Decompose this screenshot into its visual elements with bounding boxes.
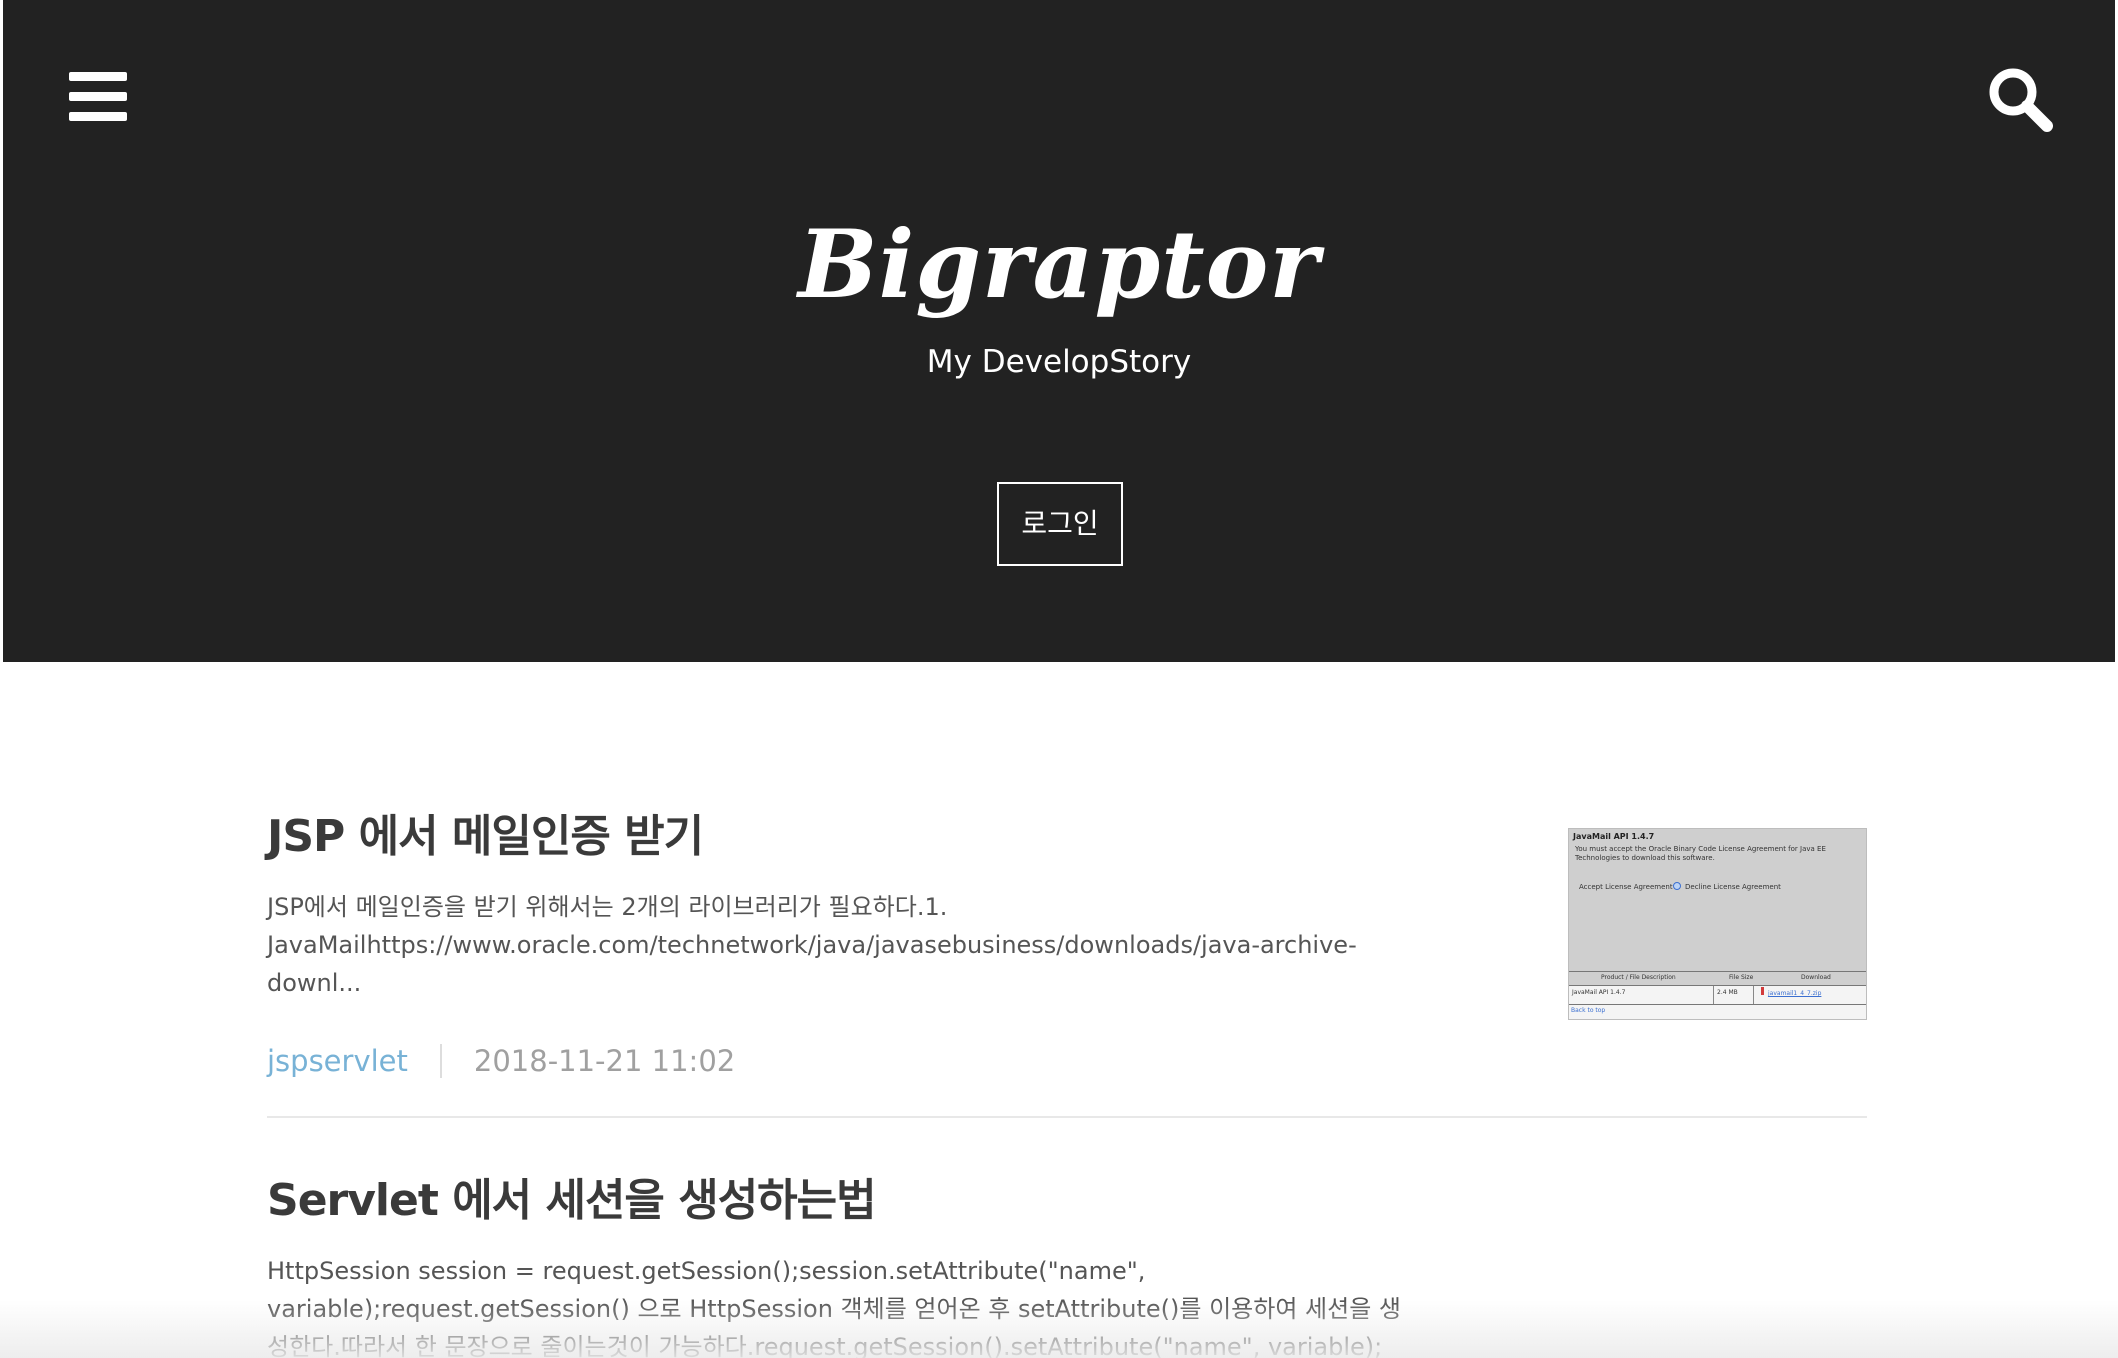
post-excerpt: JSP에서 메일인증을 받기 위해서는 2개의 라이브러리가 필요하다.1. J… [267, 893, 1357, 997]
blog-header: Bigraptor My DevelopStory 로그인 [3, 0, 2115, 662]
thumbnail-col-size: File Size [1729, 974, 1754, 981]
thumbnail-accept-label: Accept License Agreement [1579, 883, 1673, 891]
thumbnail-heading: JavaMail API 1.4.7 [1573, 832, 1655, 841]
thumbnail-row-product: JavaMail API 1.4.7 [1572, 989, 1626, 996]
post-title[interactable]: Servlet 에서 세션을 생성하는법 [267, 1170, 1867, 1232]
thumbnail-row-size: 2.4 MB [1717, 989, 1738, 996]
login-button[interactable]: 로그인 [997, 482, 1123, 566]
menu-bar [69, 72, 127, 81]
search-icon[interactable] [1985, 64, 2055, 134]
post-category-link[interactable]: jspservlet [267, 1041, 408, 1081]
blog-page: Bigraptor My DevelopStory 로그인 JSP 에서 메일인… [0, 0, 2118, 1358]
thumbnail-col-product: Product / File Description [1601, 974, 1676, 981]
thumbnail-notice: You must accept the Oracle Binary Code L… [1575, 845, 1826, 862]
thumbnail-table-rule [1569, 971, 1866, 972]
hamburger-menu-icon[interactable] [69, 70, 127, 122]
post-date: 2018-11-21 11:02 [473, 1044, 736, 1078]
download-arrow-icon [1761, 987, 1764, 995]
blog-title[interactable]: Bigraptor [3, 205, 2115, 325]
post-meta: jspservlet 2018-11-21 11:02 [267, 1041, 735, 1081]
thumbnail-row-file: javamail1_4_7.zip [1768, 990, 1822, 997]
thumbnail-decline-label: Decline License Agreement [1685, 883, 1781, 891]
menu-bar [69, 92, 127, 101]
post-item[interactable]: JSP 에서 메일인증 받기 JSP에서 메일인증을 받기 위해서는 2개의 라… [267, 806, 1867, 1118]
meta-divider [439, 1044, 442, 1078]
post-thumbnail[interactable]: JavaMail API 1.4.7 You must accept the O… [1568, 828, 1867, 1020]
thumbnail-col-line [1713, 986, 1714, 1004]
post-item[interactable]: Servlet 에서 세션을 생성하는법 HttpSession session… [267, 1170, 1867, 1358]
thumbnail-back-link: Back to top [1571, 1007, 1606, 1014]
thumbnail-col-line [1753, 986, 1754, 1004]
menu-bar [69, 112, 127, 121]
thumbnail-radio [1673, 882, 1681, 890]
post-excerpt: HttpSession session = request.getSession… [267, 1257, 1401, 1358]
thumbnail-footer [1569, 1005, 1866, 1019]
blog-description: My DevelopStory [926, 344, 1192, 380]
thumbnail-col-download: Download [1801, 974, 1831, 981]
